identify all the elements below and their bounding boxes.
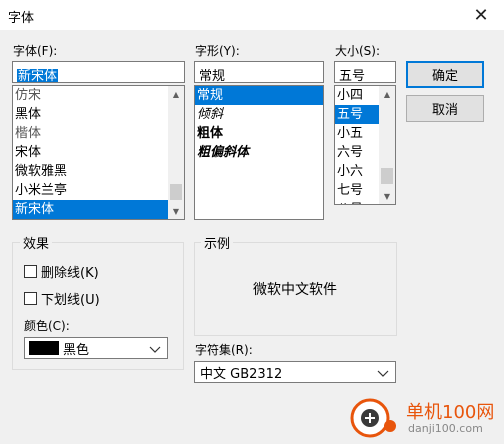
sample-title: 示例 bbox=[201, 233, 234, 252]
scroll-down-icon[interactable]: ▼ bbox=[168, 203, 184, 219]
strikeout-label: 删除线(K) bbox=[41, 266, 99, 281]
sample-text: 微软中文软件 bbox=[253, 282, 337, 298]
size-input-value: 五号 bbox=[339, 69, 366, 83]
font-list[interactable]: 仿宋 黑体 楷体 宋体 微软雅黑 小米兰亭 新宋体 ▲ ▼ bbox=[12, 85, 185, 220]
ok-button[interactable]: 确定 bbox=[406, 61, 484, 88]
font-input[interactable]: 新宋体 bbox=[12, 61, 185, 83]
style-label: 字形(Y): bbox=[195, 44, 240, 58]
font-list-item[interactable]: 宋体 bbox=[13, 143, 184, 162]
size-list[interactable]: 小四五号小五六号小六七号八号 ▲ ▼ bbox=[334, 85, 396, 205]
watermark-logo-icon bbox=[350, 398, 396, 438]
font-input-value: 新宋体 bbox=[17, 69, 59, 83]
close-button[interactable]: ✕ bbox=[458, 0, 504, 30]
color-label: 颜色(C): bbox=[24, 319, 70, 333]
scroll-up-icon[interactable]: ▲ bbox=[379, 86, 395, 102]
title-bar: 字体 ✕ bbox=[0, 0, 504, 30]
color-swatch bbox=[29, 341, 59, 355]
scroll-down-icon[interactable]: ▼ bbox=[379, 188, 395, 204]
chevron-down-icon bbox=[149, 346, 161, 353]
font-list-scrollbar[interactable]: ▲ ▼ bbox=[168, 86, 184, 219]
font-list-item[interactable]: 仿宋 bbox=[13, 86, 184, 105]
chevron-down-icon bbox=[377, 370, 389, 377]
effects-title: 效果 bbox=[20, 233, 53, 252]
scroll-up-icon[interactable]: ▲ bbox=[168, 86, 184, 102]
size-list-scrollbar[interactable]: ▲ ▼ bbox=[379, 86, 395, 204]
font-label: 字体(F): bbox=[13, 44, 58, 58]
style-input-value: 常规 bbox=[199, 69, 226, 83]
size-input[interactable]: 五号 bbox=[334, 61, 396, 83]
style-list-item[interactable]: 倾斜 bbox=[195, 105, 323, 124]
charset-label: 字符集(R): bbox=[195, 343, 253, 357]
charset-select[interactable]: 中文 GB2312 bbox=[194, 361, 396, 383]
checkbox-box[interactable] bbox=[24, 292, 37, 305]
watermark: 单机100网 danji100.com bbox=[350, 396, 500, 440]
font-list-item[interactable]: 小米兰亭 bbox=[13, 181, 184, 200]
style-list[interactable]: 常规 倾斜 粗体 粗偏斜体 bbox=[194, 85, 324, 220]
font-list-item[interactable]: 微软雅黑 bbox=[13, 162, 184, 181]
charset-value: 中文 GB2312 bbox=[200, 366, 283, 382]
dialog-title: 字体 bbox=[8, 11, 35, 26]
font-list-item[interactable]: 黑体 bbox=[13, 105, 184, 124]
color-select[interactable]: 黑色 bbox=[24, 337, 168, 359]
watermark-url: danji100.com bbox=[408, 422, 483, 435]
font-list-item[interactable]: 新宋体 bbox=[13, 200, 184, 219]
size-label: 大小(S): bbox=[335, 44, 381, 58]
style-list-item[interactable]: 粗偏斜体 bbox=[195, 143, 323, 162]
scroll-thumb[interactable] bbox=[170, 184, 182, 200]
font-list-item[interactable]: 楷体 bbox=[13, 124, 184, 143]
close-icon: ✕ bbox=[473, 4, 489, 26]
strikeout-checkbox[interactable]: 删除线(K) bbox=[24, 262, 99, 281]
underline-checkbox[interactable]: 下划线(U) bbox=[24, 289, 100, 308]
style-list-item[interactable]: 常规 bbox=[195, 86, 323, 105]
style-input[interactable]: 常规 bbox=[194, 61, 324, 83]
cancel-button[interactable]: 取消 bbox=[406, 95, 484, 122]
color-value: 黑色 bbox=[63, 342, 90, 358]
watermark-name: 单机100网 bbox=[406, 402, 495, 423]
checkbox-box[interactable] bbox=[24, 265, 37, 278]
underline-label: 下划线(U) bbox=[41, 293, 100, 308]
scroll-thumb[interactable] bbox=[381, 168, 393, 184]
style-list-item[interactable]: 粗体 bbox=[195, 124, 323, 143]
